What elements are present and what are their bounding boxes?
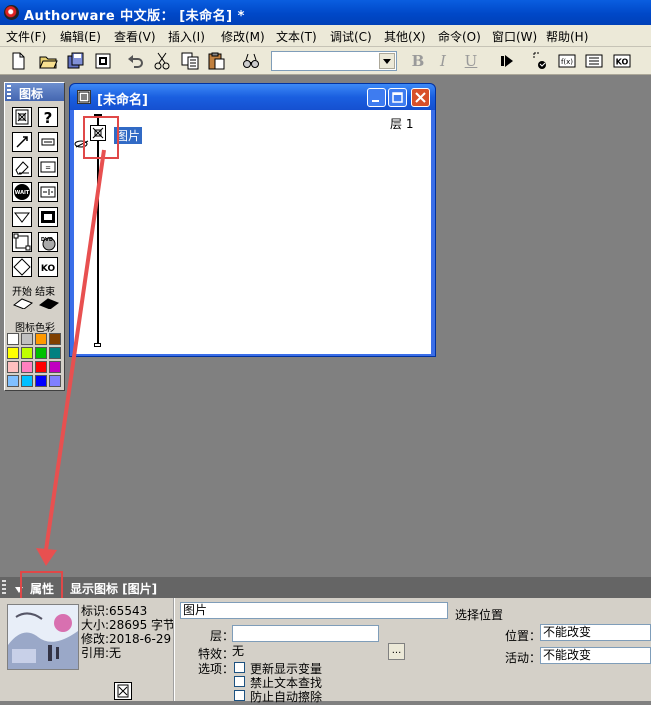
- update-variables-checkbox[interactable]: [234, 662, 245, 673]
- layer-field[interactable]: [232, 625, 379, 642]
- display-icon[interactable]: [114, 682, 132, 700]
- effect-value: 无: [232, 644, 379, 659]
- icon-name-field[interactable]: 图片: [180, 602, 448, 619]
- select-position-label: 选择位置: [455, 608, 504, 622]
- properties-title: 显示图标 [图片]: [70, 582, 158, 596]
- divider: [173, 598, 175, 701]
- prevent-text-search-checkbox[interactable]: [234, 676, 245, 687]
- effect-browse-button[interactable]: ...: [388, 643, 405, 660]
- activity-label: 活动：: [505, 651, 542, 665]
- properties-panel: 标识:65543 大小:28695 字节 修改:2018-6-29 引用:无 图…: [0, 598, 651, 704]
- layer-label: 层：: [210, 629, 235, 643]
- prevent-auto-erase-label: 防止自动擦除: [250, 690, 323, 704]
- prevent-auto-erase-checkbox[interactable]: [234, 690, 245, 701]
- info-reference: 引用:无: [81, 646, 122, 660]
- activity-select[interactable]: 不能改变: [540, 647, 651, 664]
- position-label: 位置：: [505, 629, 542, 643]
- position-select[interactable]: 不能改变: [540, 624, 651, 641]
- options-label: 选项：: [198, 662, 235, 676]
- properties-header: 属性 显示图标 [图片]: [0, 571, 651, 602]
- grip-icon[interactable]: [2, 580, 6, 595]
- image-preview: [7, 604, 79, 670]
